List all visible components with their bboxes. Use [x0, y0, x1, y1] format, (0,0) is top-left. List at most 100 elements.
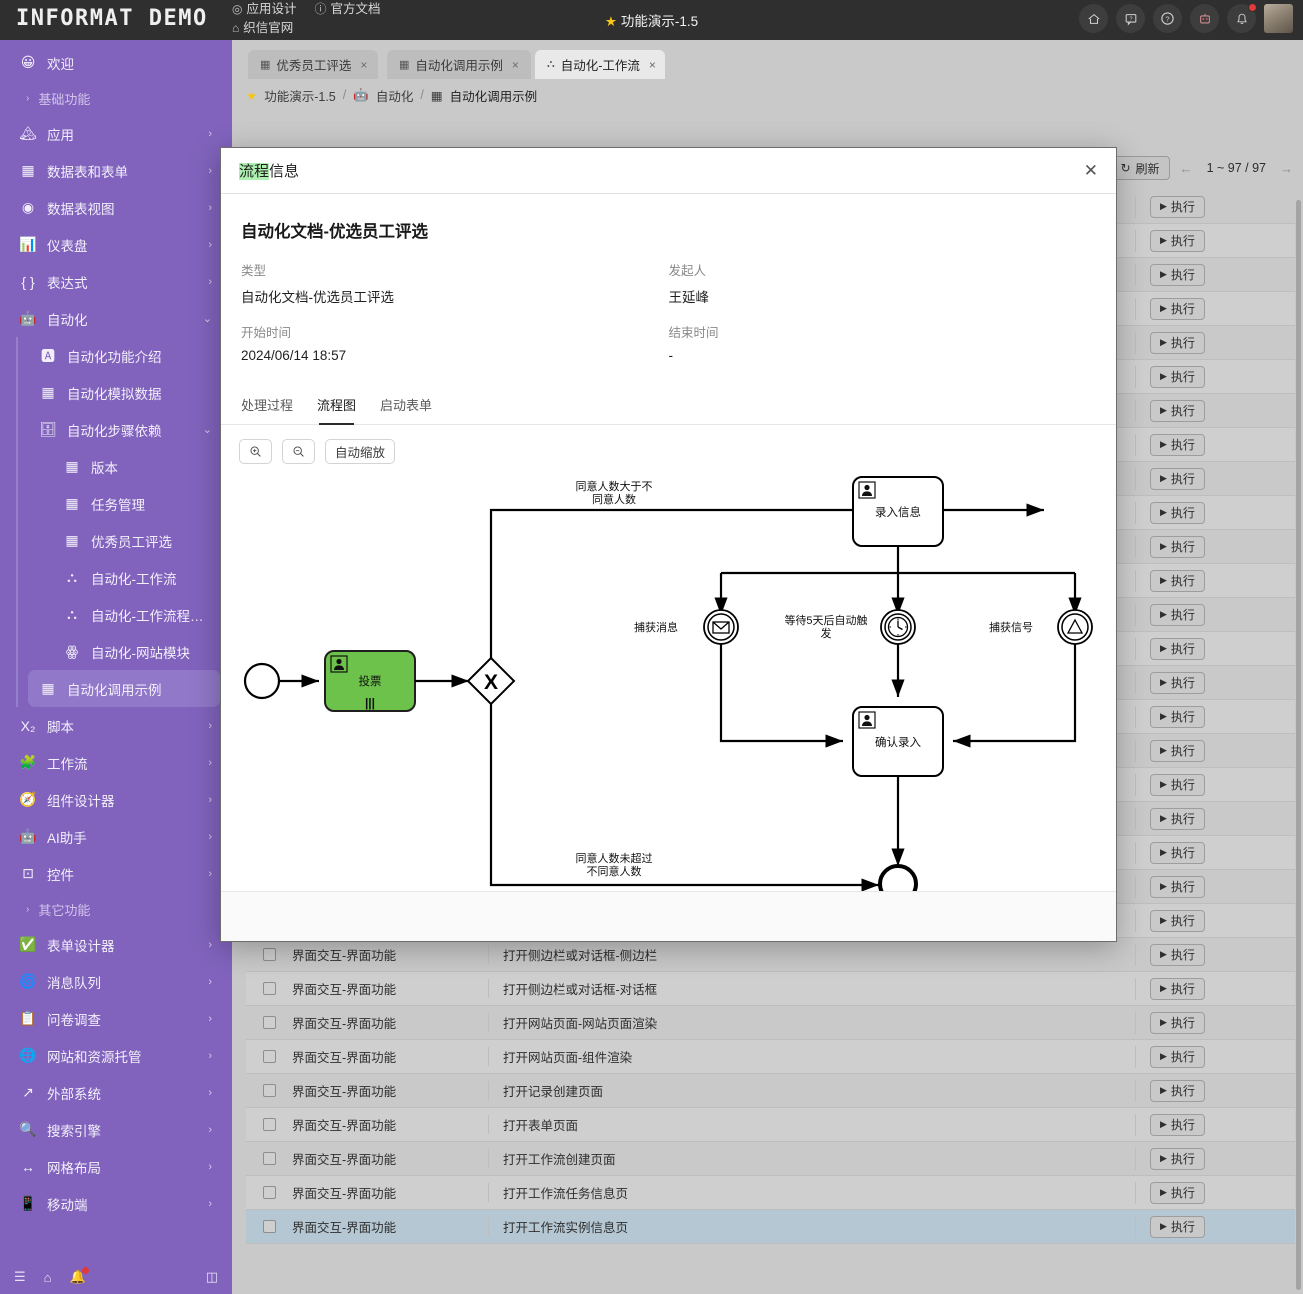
bpmn-signal-catch-event[interactable] [1058, 610, 1092, 644]
home-icon[interactable] [1079, 4, 1108, 33]
execute-button[interactable]: ▶执行 [1150, 706, 1205, 728]
sidebar-item-message-queue[interactable]: 🌀 消息队列 › [0, 963, 228, 1000]
sidebar-item-mobile[interactable]: 📱 移动端 › [0, 1185, 228, 1222]
bpmn-gateway[interactable]: X [468, 658, 514, 704]
sidebar-item-task-management[interactable]: ▦ 任务管理 [44, 485, 228, 522]
bpmn-canvas[interactable]: 投票 ||| X 同意人数大于不 同意人数 同意人数未超过 不同意人数 [221, 470, 1117, 930]
sidebar-item-survey[interactable]: 📋 问卷调查 › [0, 1000, 228, 1037]
sidebar-item-form-designer[interactable]: ✅ 表单设计器 › [0, 926, 228, 963]
sidebar-item-automation-site-module[interactable]: ꙮ 自动化-网站模块 [44, 633, 228, 670]
execute-button[interactable]: ▶执行 [1150, 842, 1205, 864]
row-checkbox[interactable] [263, 1118, 276, 1131]
sidebar-item-automation-workflow[interactable]: ⛬ 自动化-工作流 [44, 559, 228, 596]
sidebar-item-workflow[interactable]: 🧩 工作流 › [0, 744, 228, 781]
execute-button[interactable]: ▶执行 [1150, 910, 1205, 932]
table-row[interactable]: 界面交互-界面功能打开工作流任务信息页▶执行 [246, 1176, 1295, 1210]
sidebar-item-site-hosting[interactable]: 🌐 网站和资源托管 › [0, 1037, 228, 1074]
table-row[interactable]: 界面交互-界面功能打开网站页面-网站页面渲染▶执行 [246, 1006, 1295, 1040]
execute-button[interactable]: ▶执行 [1150, 978, 1205, 1000]
feedback-icon[interactable]: ? [1116, 4, 1145, 33]
sidebar-item-automation-intro[interactable]: 🅰 自动化功能介绍 [20, 337, 228, 374]
bpmn-timer-catch-event[interactable] [881, 610, 915, 644]
tab-start-form[interactable]: 启动表单 [380, 395, 432, 424]
row-checkbox[interactable] [263, 1152, 276, 1165]
sidebar-item-version[interactable]: ▦ 版本 [44, 448, 228, 485]
execute-button[interactable]: ▶执行 [1150, 774, 1205, 796]
execute-button[interactable]: ▶执行 [1150, 604, 1205, 626]
table-row[interactable]: 界面交互-界面功能打开表单页面▶执行 [246, 1108, 1295, 1142]
row-checkbox[interactable] [263, 1050, 276, 1063]
execute-button[interactable]: ▶执行 [1150, 332, 1205, 354]
execute-button[interactable]: ▶执行 [1150, 944, 1205, 966]
execute-button[interactable]: ▶执行 [1150, 1182, 1205, 1204]
table-row[interactable]: 界面交互-界面功能打开工作流创建页面▶执行 [246, 1142, 1295, 1176]
row-checkbox[interactable] [263, 948, 276, 961]
breadcrumb-item[interactable]: 自动化 [376, 86, 414, 105]
row-checkbox[interactable] [263, 1220, 276, 1233]
breadcrumb-item[interactable]: 功能演示-1.5 [264, 86, 336, 105]
execute-button[interactable]: ▶执行 [1150, 876, 1205, 898]
table-row[interactable]: 界面交互-界面功能打开侧边栏或对话框-对话框▶执行 [246, 972, 1295, 1006]
auto-zoom-button[interactable]: 自动缩放 [325, 439, 395, 464]
execute-button[interactable]: ▶执行 [1150, 1216, 1205, 1238]
tab-employee-selection[interactable]: ▦ 优秀员工评选 × [248, 50, 378, 79]
bell-icon[interactable]: 🔔 [70, 1269, 86, 1285]
menu-icon[interactable]: ☰ [14, 1269, 26, 1285]
avatar[interactable] [1264, 4, 1293, 33]
zoom-in-icon[interactable] [239, 439, 272, 464]
table-row[interactable]: 界面交互-界面功能打开记录创建页面▶执行 [246, 1074, 1295, 1108]
execute-button[interactable]: ▶执行 [1150, 196, 1205, 218]
tab-automation-workflow[interactable]: ⛬ 自动化-工作流 × [535, 50, 665, 79]
sidebar-item-automation-call-example[interactable]: ▦ 自动化调用示例 [28, 670, 220, 707]
sidebar-item-table-views[interactable]: ◉ 数据表视图 › [0, 189, 228, 226]
row-checkbox[interactable] [263, 1186, 276, 1199]
robot-icon[interactable] [1190, 4, 1219, 33]
execute-button[interactable]: ▶执行 [1150, 298, 1205, 320]
sidebar-item-welcome[interactable]: 😀 欢迎 [0, 44, 228, 81]
refresh-button[interactable]: ↻ 刷新 [1110, 156, 1169, 180]
sidebar-item-automation-workflow-process[interactable]: ⛬ 自动化-工作流程… [44, 596, 228, 633]
sidebar-item-automation-mockdata[interactable]: ▦ 自动化模拟数据 [20, 374, 228, 411]
close-icon[interactable]: × [360, 58, 367, 72]
execute-button[interactable]: ▶执行 [1150, 1012, 1205, 1034]
sidebar-item-tables-forms[interactable]: ▦ 数据表和表单 › [0, 152, 228, 189]
panel-toggle-icon[interactable]: ◫ [206, 1269, 218, 1285]
table-row[interactable]: 界面交互-界面功能打开工作流实例信息页▶执行 [246, 1210, 1295, 1244]
table-scrollbar[interactable] [1296, 200, 1301, 1290]
sidebar-item-ai-assistant[interactable]: 🤖 AI助手 › [0, 818, 228, 855]
table-row[interactable]: 界面交互-界面功能打开侧边栏或对话框-侧边栏▶执行 [246, 938, 1295, 972]
execute-button[interactable]: ▶执行 [1150, 1046, 1205, 1068]
execute-button[interactable]: ▶执行 [1150, 1148, 1205, 1170]
execute-button[interactable]: ▶执行 [1150, 808, 1205, 830]
close-icon[interactable]: × [649, 58, 656, 72]
execute-button[interactable]: ▶执行 [1150, 502, 1205, 524]
execute-button[interactable]: ▶执行 [1150, 638, 1205, 660]
bpmn-start-event[interactable] [245, 664, 279, 698]
execute-button[interactable]: ▶执行 [1150, 570, 1205, 592]
tab-process-history[interactable]: 处理过程 [241, 395, 293, 424]
tab-process-diagram[interactable]: 流程图 [317, 395, 356, 424]
sidebar-item-employee-selection[interactable]: ▦ 优秀员工评选 [44, 522, 228, 559]
sidebar-group-other[interactable]: › 其它功能 [0, 892, 228, 926]
sidebar-item-automation[interactable]: 🤖 自动化 ⌄ [0, 300, 228, 337]
sidebar-item-dashboard[interactable]: 📊 仪表盘 › [0, 226, 228, 263]
execute-button[interactable]: ▶执行 [1150, 366, 1205, 388]
execute-button[interactable]: ▶执行 [1150, 1114, 1205, 1136]
sidebar-item-controls[interactable]: ⊡ 控件 › [0, 855, 228, 892]
sidebar-item-script[interactable]: X₂ 脚本 › [0, 707, 228, 744]
execute-button[interactable]: ▶执行 [1150, 468, 1205, 490]
execute-button[interactable]: ▶执行 [1150, 434, 1205, 456]
help-icon[interactable]: ? [1153, 4, 1182, 33]
row-checkbox[interactable] [263, 1084, 276, 1097]
sidebar-item-apps[interactable]: 🏔 应用 › [0, 115, 228, 152]
execute-button[interactable]: ▶执行 [1150, 264, 1205, 286]
sidebar-item-expressions[interactable]: { } 表达式 › [0, 263, 228, 300]
sidebar-item-automation-step-deps[interactable]: 🗄 自动化步骤依赖 ⌄ [20, 411, 228, 448]
bell-icon[interactable] [1227, 4, 1256, 33]
next-page-icon[interactable]: → [1280, 161, 1293, 176]
close-icon[interactable]: × [512, 58, 519, 72]
execute-button[interactable]: ▶执行 [1150, 1080, 1205, 1102]
sidebar-item-grid-layout[interactable]: ↔ 网格布局 › [0, 1148, 228, 1185]
prev-page-icon[interactable]: ← [1180, 161, 1193, 176]
row-checkbox[interactable] [263, 982, 276, 995]
